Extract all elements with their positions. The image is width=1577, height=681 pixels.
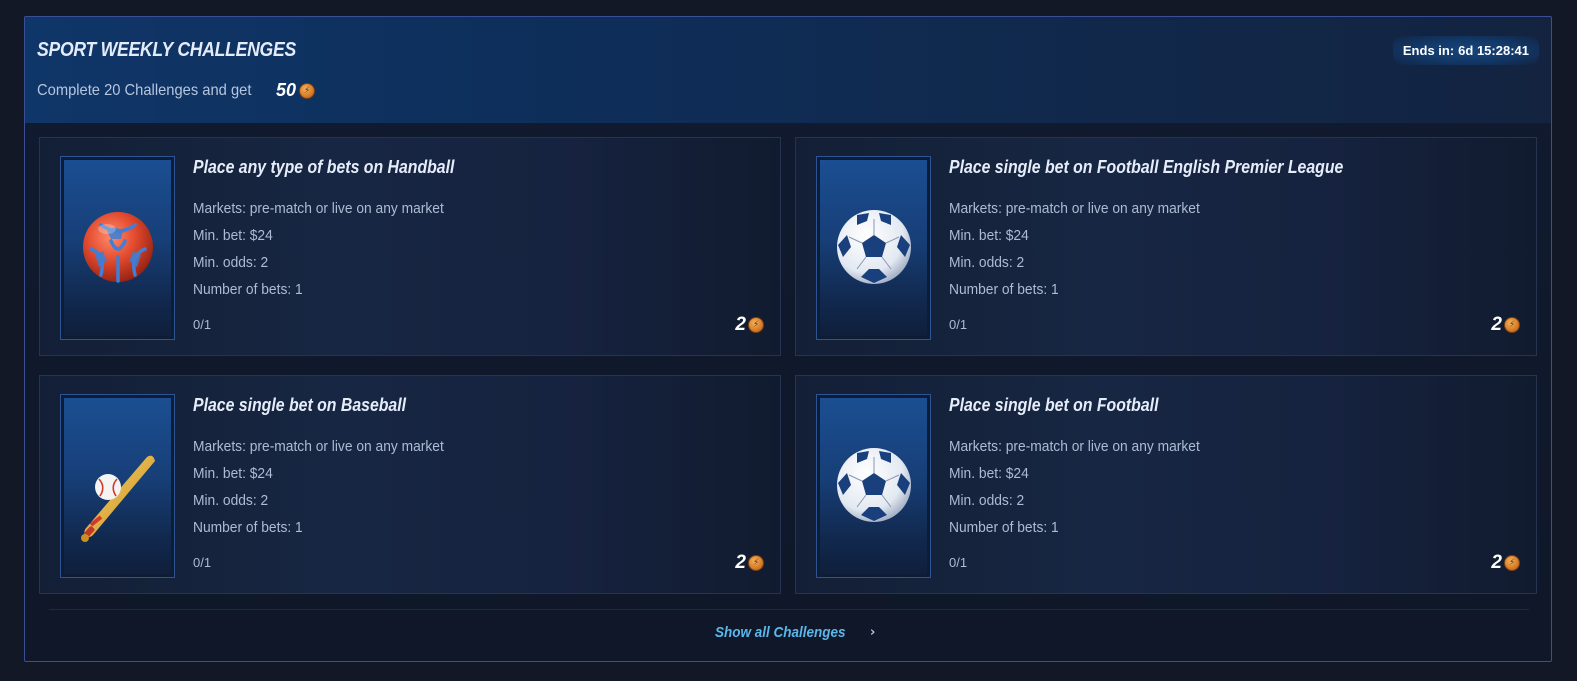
challenge-reward: 2: [735, 552, 764, 574]
challenge-min-odds: Min. odds: 2: [193, 492, 269, 509]
challenge-card[interactable]: Place single bet on Football English Pre…: [795, 137, 1537, 356]
challenge-min-bet: Min. bet: $24: [193, 465, 273, 482]
challenge-title: Place single bet on Football: [949, 395, 1159, 415]
challenge-reward: 2: [735, 314, 764, 336]
total-reward-amount: 50: [276, 80, 297, 100]
show-all-label: Show all Challenges: [715, 624, 846, 641]
challenge-details: Markets: pre-match or live on any market…: [193, 195, 466, 303]
challenge-title: Place any type of bets on Handball: [193, 157, 455, 177]
challenge-thumbnail: [816, 394, 931, 578]
challenge-num-bets: Number of bets: 1: [193, 519, 303, 536]
coin-icon: [1504, 317, 1520, 333]
coin-icon: [748, 317, 764, 333]
coin-icon: [748, 555, 764, 571]
challenge-reward-amount: 2: [1491, 552, 1502, 573]
challenge-min-odds: Min. odds: 2: [949, 492, 1025, 509]
challenge-markets: Markets: pre-match or live on any market: [193, 438, 444, 455]
challenge-markets: Markets: pre-match or live on any market: [949, 200, 1200, 217]
countdown-timer: Ends in: 6d 15:28:41: [1392, 36, 1539, 65]
footer-divider: [49, 609, 1529, 610]
coin-icon: [299, 82, 316, 99]
challenge-details: Markets: pre-match or live on any market…: [949, 195, 1222, 303]
challenge-details: Markets: pre-match or live on any market…: [193, 433, 466, 541]
challenge-reward-amount: 2: [1491, 314, 1502, 335]
baseball-icon: [81, 455, 155, 542]
challenge-card[interactable]: Place any type of bets on Handball Marke…: [39, 137, 781, 356]
challenge-num-bets: Number of bets: 1: [193, 281, 303, 298]
challenge-num-bets: Number of bets: 1: [949, 519, 1059, 536]
countdown-label: Ends in:: [1402, 43, 1455, 58]
challenge-card[interactable]: Place single bet on Baseball Markets: pr…: [39, 375, 781, 594]
challenge-progress: 0/1: [193, 555, 212, 570]
challenge-num-bets: Number of bets: 1: [949, 281, 1059, 298]
countdown-value: 6d 15:28:41: [1458, 43, 1529, 58]
challenge-min-odds: Min. odds: 2: [193, 254, 269, 271]
challenge-reward-amount: 2: [735, 314, 746, 335]
coin-icon: [1504, 555, 1520, 571]
football-icon: [837, 448, 911, 522]
challenge-progress: 0/1: [193, 317, 212, 332]
chevron-right-icon: ›: [870, 625, 876, 640]
challenge-title: Place single bet on Baseball: [193, 395, 407, 415]
challenge-min-bet: Min. bet: $24: [949, 465, 1029, 482]
handball-icon: [83, 212, 153, 283]
challenge-reward: 2: [1491, 314, 1520, 336]
subtitle-text: Complete 20 Challenges and get: [37, 81, 252, 99]
challenge-markets: Markets: pre-match or live on any market: [949, 438, 1200, 455]
panel-title: SPORT WEEKLY CHALLENGES: [37, 39, 296, 61]
show-all-challenges-link[interactable]: Show all Challenges ›: [715, 624, 875, 641]
challenge-thumbnail: [60, 156, 175, 340]
challenge-details: Markets: pre-match or live on any market…: [949, 433, 1222, 541]
challenge-title: Place single bet on Football English Pre…: [949, 157, 1344, 177]
weekly-challenges-panel: SPORT WEEKLY CHALLENGES Complete 20 Chal…: [24, 16, 1552, 662]
challenge-thumbnail: [60, 394, 175, 578]
challenge-card[interactable]: Place single bet on Football Markets: pr…: [795, 375, 1537, 594]
panel-subtitle: Complete 20 Challenges and get 50: [37, 80, 316, 101]
challenge-min-bet: Min. bet: $24: [949, 227, 1029, 244]
challenge-progress: 0/1: [949, 317, 968, 332]
challenge-min-bet: Min. bet: $24: [193, 227, 273, 244]
panel-header: SPORT WEEKLY CHALLENGES Complete 20 Chal…: [25, 17, 1551, 123]
challenge-reward-amount: 2: [735, 552, 746, 573]
challenge-reward: 2: [1491, 552, 1520, 574]
challenge-markets: Markets: pre-match or live on any market: [193, 200, 444, 217]
challenge-min-odds: Min. odds: 2: [949, 254, 1025, 271]
challenge-thumbnail: [816, 156, 931, 340]
football-icon: [837, 210, 911, 284]
challenge-progress: 0/1: [949, 555, 968, 570]
